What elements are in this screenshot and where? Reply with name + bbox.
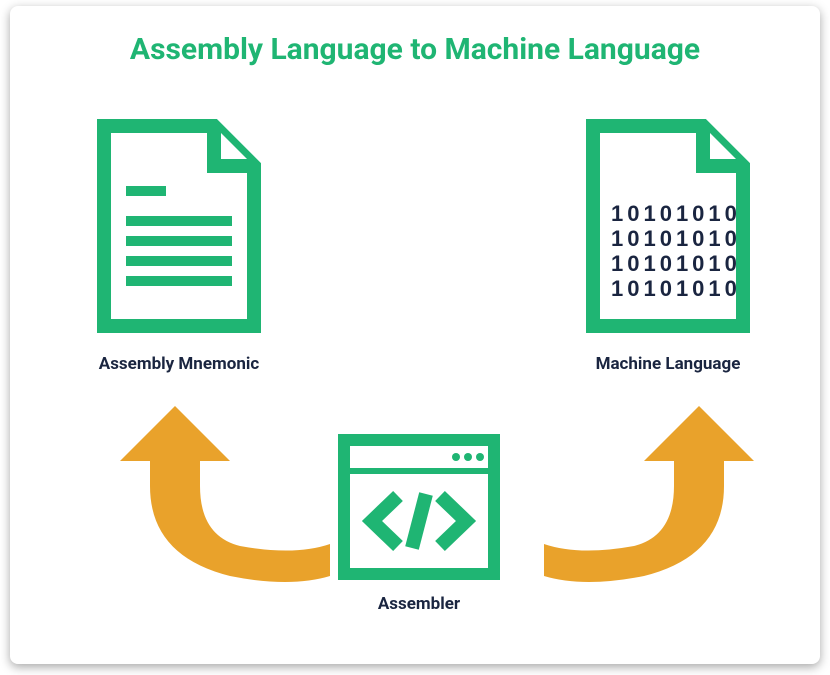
assembler-label: Assembler — [338, 594, 500, 614]
code-window-icon — [338, 434, 500, 580]
document-text-icon — [84, 116, 274, 336]
arrow-left-icon — [120, 406, 330, 606]
diagram-card: Assembly Language to Machine Language As… — [10, 6, 820, 664]
assembly-mnemonic-block: Assembly Mnemonic — [64, 116, 294, 374]
assembly-mnemonic-label: Assembly Mnemonic — [64, 354, 294, 374]
machine-language-label: Machine Language — [558, 354, 778, 374]
binary-line: 10101010 — [611, 201, 741, 226]
diagram-title: Assembly Language to Machine Language — [10, 32, 820, 67]
binary-line: 10101010 — [611, 251, 741, 276]
assembler-block: Assembler — [338, 434, 500, 614]
binary-line: 10101010 — [611, 226, 741, 251]
binary-line: 10101010 — [611, 276, 741, 301]
arrow-right-icon — [544, 406, 754, 606]
document-binary-icon: 10101010 10101010 10101010 10101010 — [573, 116, 763, 336]
machine-language-block: 10101010 10101010 10101010 10101010 Mach… — [558, 116, 778, 374]
